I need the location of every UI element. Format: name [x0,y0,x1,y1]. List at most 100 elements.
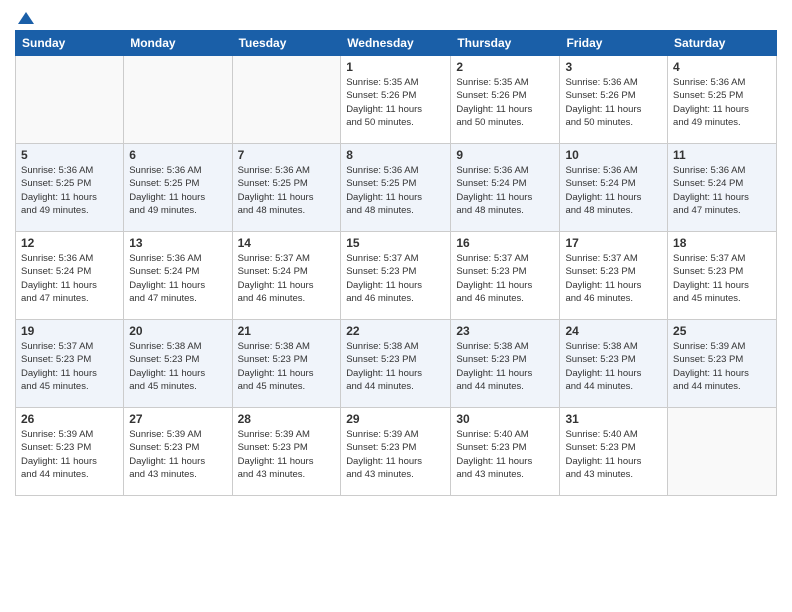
calendar-cell: 14 Sunrise: 5:37 AMSunset: 5:24 PMDayligh… [232,232,341,320]
day-info: Sunrise: 5:39 AMSunset: 5:23 PMDaylight:… [21,428,118,481]
logo-icon [18,10,34,26]
day-number: 8 [346,148,445,162]
calendar-header-tuesday: Tuesday [232,31,341,56]
day-info: Sunrise: 5:35 AMSunset: 5:26 PMDaylight:… [456,76,554,129]
day-number: 19 [21,324,118,338]
day-number: 14 [238,236,336,250]
day-info: Sunrise: 5:36 AMSunset: 5:24 PMDaylight:… [21,252,118,305]
day-number: 16 [456,236,554,250]
day-info: Sunrise: 5:36 AMSunset: 5:25 PMDaylight:… [129,164,226,217]
calendar-week-4: 19 Sunrise: 5:37 AMSunset: 5:23 PMDayligh… [16,320,777,408]
calendar-cell: 5 Sunrise: 5:36 AMSunset: 5:25 PMDaylight… [16,144,124,232]
day-number: 7 [238,148,336,162]
day-number: 27 [129,412,226,426]
day-number: 31 [565,412,662,426]
day-number: 10 [565,148,662,162]
calendar-cell: 25Sunrise: 5:39 AMSunset: 5:23 PMDayligh… [668,320,777,408]
calendar-header-sunday: Sunday [16,31,124,56]
day-info: Sunrise: 5:35 AMSunset: 5:26 PMDaylight:… [346,76,445,129]
calendar-header-thursday: Thursday [451,31,560,56]
day-info: Sunrise: 5:38 AMSunset: 5:23 PMDaylight:… [129,340,226,393]
page: SundayMondayTuesdayWednesdayThursdayFrid… [0,0,792,612]
day-info: Sunrise: 5:39 AMSunset: 5:23 PMDaylight:… [346,428,445,481]
calendar-cell [668,408,777,496]
day-number: 4 [673,60,771,74]
calendar-cell: 22 Sunrise: 5:38 AMSunset: 5:23 PMDayligh… [341,320,451,408]
calendar-week-5: 26Sunrise: 5:39 AMSunset: 5:23 PMDayligh… [16,408,777,496]
day-number: 12 [21,236,118,250]
calendar-cell: 2 Sunrise: 5:35 AMSunset: 5:26 PMDaylight… [451,56,560,144]
day-info: Sunrise: 5:37 AMSunset: 5:23 PMDaylight:… [21,340,118,393]
calendar-cell [124,56,232,144]
day-number: 1 [346,60,445,74]
day-info: Sunrise: 5:37 AMSunset: 5:23 PMDaylight:… [565,252,662,305]
day-info: Sunrise: 5:36 AMSunset: 5:24 PMDaylight:… [456,164,554,217]
day-number: 30 [456,412,554,426]
calendar-cell: 4 Sunrise: 5:36 AMSunset: 5:25 PMDaylight… [668,56,777,144]
day-info: Sunrise: 5:38 AMSunset: 5:23 PMDaylight:… [456,340,554,393]
day-number: 9 [456,148,554,162]
calendar-cell: 24 Sunrise: 5:38 AMSunset: 5:23 PMDayligh… [560,320,668,408]
day-info: Sunrise: 5:40 AMSunset: 5:23 PMDaylight:… [565,428,662,481]
calendar-cell: 6 Sunrise: 5:36 AMSunset: 5:25 PMDaylight… [124,144,232,232]
calendar-cell: 26Sunrise: 5:39 AMSunset: 5:23 PMDayligh… [16,408,124,496]
calendar-cell: 21Sunrise: 5:38 AMSunset: 5:23 PMDayligh… [232,320,341,408]
day-number: 15 [346,236,445,250]
calendar-cell: 27 Sunrise: 5:39 AMSunset: 5:23 PMDayligh… [124,408,232,496]
day-number: 24 [565,324,662,338]
day-number: 5 [21,148,118,162]
day-number: 6 [129,148,226,162]
day-info: Sunrise: 5:37 AMSunset: 5:23 PMDaylight:… [456,252,554,305]
calendar-cell: 1 Sunrise: 5:35 AMSunset: 5:26 PMDaylight… [341,56,451,144]
calendar-cell: 16 Sunrise: 5:37 AMSunset: 5:23 PMDayligh… [451,232,560,320]
calendar-cell [16,56,124,144]
calendar-cell: 20Sunrise: 5:38 AMSunset: 5:23 PMDayligh… [124,320,232,408]
day-info: Sunrise: 5:36 AMSunset: 5:24 PMDaylight:… [129,252,226,305]
logo [15,10,34,22]
day-info: Sunrise: 5:36 AMSunset: 5:25 PMDaylight:… [21,164,118,217]
day-number: 3 [565,60,662,74]
calendar-cell: 15 Sunrise: 5:37 AMSunset: 5:23 PMDayligh… [341,232,451,320]
day-info: Sunrise: 5:38 AMSunset: 5:23 PMDaylight:… [565,340,662,393]
day-number: 11 [673,148,771,162]
calendar-header-saturday: Saturday [668,31,777,56]
day-number: 2 [456,60,554,74]
day-info: Sunrise: 5:39 AMSunset: 5:23 PMDaylight:… [129,428,226,481]
day-info: Sunrise: 5:40 AMSunset: 5:23 PMDaylight:… [456,428,554,481]
day-info: Sunrise: 5:37 AMSunset: 5:23 PMDaylight:… [673,252,771,305]
calendar-cell [232,56,341,144]
calendar-table: SundayMondayTuesdayWednesdayThursdayFrid… [15,30,777,496]
calendar-week-2: 5 Sunrise: 5:36 AMSunset: 5:25 PMDaylight… [16,144,777,232]
day-info: Sunrise: 5:36 AMSunset: 5:25 PMDaylight:… [673,76,771,129]
calendar-cell: 30 Sunrise: 5:40 AMSunset: 5:23 PMDayligh… [451,408,560,496]
day-info: Sunrise: 5:36 AMSunset: 5:24 PMDaylight:… [565,164,662,217]
calendar-cell: 7 Sunrise: 5:36 AMSunset: 5:25 PMDaylight… [232,144,341,232]
day-info: Sunrise: 5:36 AMSunset: 5:25 PMDaylight:… [346,164,445,217]
day-info: Sunrise: 5:39 AMSunset: 5:23 PMDaylight:… [673,340,771,393]
day-number: 17 [565,236,662,250]
day-info: Sunrise: 5:38 AMSunset: 5:23 PMDaylight:… [346,340,445,393]
calendar-cell: 8 Sunrise: 5:36 AMSunset: 5:25 PMDaylight… [341,144,451,232]
day-info: Sunrise: 5:37 AMSunset: 5:23 PMDaylight:… [346,252,445,305]
day-number: 28 [238,412,336,426]
calendar-cell: 19 Sunrise: 5:37 AMSunset: 5:23 PMDayligh… [16,320,124,408]
calendar-cell: 17 Sunrise: 5:37 AMSunset: 5:23 PMDayligh… [560,232,668,320]
day-info: Sunrise: 5:36 AMSunset: 5:26 PMDaylight:… [565,76,662,129]
calendar-week-3: 12 Sunrise: 5:36 AMSunset: 5:24 PMDayligh… [16,232,777,320]
day-info: Sunrise: 5:37 AMSunset: 5:24 PMDaylight:… [238,252,336,305]
day-info: Sunrise: 5:36 AMSunset: 5:25 PMDaylight:… [238,164,336,217]
calendar-cell: 23Sunrise: 5:38 AMSunset: 5:23 PMDayligh… [451,320,560,408]
header [15,10,777,22]
day-number: 18 [673,236,771,250]
day-number: 22 [346,324,445,338]
calendar-cell: 28 Sunrise: 5:39 AMSunset: 5:23 PMDayligh… [232,408,341,496]
calendar-cell: 10 Sunrise: 5:36 AMSunset: 5:24 PMDayligh… [560,144,668,232]
calendar-cell: 13 Sunrise: 5:36 AMSunset: 5:24 PMDayligh… [124,232,232,320]
calendar-cell: 18 Sunrise: 5:37 AMSunset: 5:23 PMDayligh… [668,232,777,320]
day-number: 29 [346,412,445,426]
day-info: Sunrise: 5:39 AMSunset: 5:23 PMDaylight:… [238,428,336,481]
calendar-cell: 29 Sunrise: 5:39 AMSunset: 5:23 PMDayligh… [341,408,451,496]
day-number: 13 [129,236,226,250]
calendar-header-row: SundayMondayTuesdayWednesdayThursdayFrid… [16,31,777,56]
calendar-header-monday: Monday [124,31,232,56]
